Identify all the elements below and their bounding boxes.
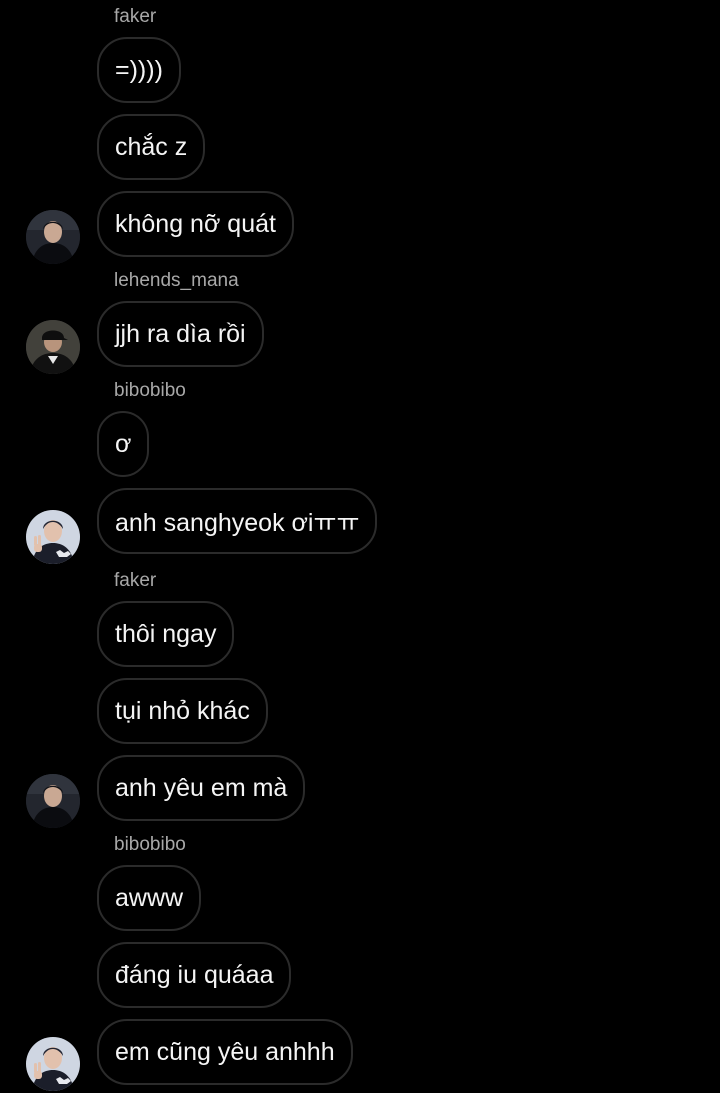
avatar-peace-sign-icon [26,510,80,564]
message-bubble[interactable]: awww [97,865,202,931]
avatar-dark-hoodie-icon [26,774,80,828]
avatar[interactable] [26,510,80,564]
avatar[interactable] [26,1037,80,1091]
message-bubble[interactable]: không nỡ quát [97,191,294,257]
sender-name: bibobibo [114,380,186,401]
avatar-peace-sign-icon [26,1037,80,1091]
message-bubble[interactable]: anh sanghyeok ơiㅠㅠ [97,488,378,554]
message-bubble[interactable]: =)))) [97,37,181,103]
message-bubble[interactable]: thôi ngay [97,601,235,667]
avatar-dark-hoodie-icon [26,210,80,264]
avatar-cap-man-icon [26,320,80,374]
message-bubble[interactable]: ơ [97,411,150,477]
avatar[interactable] [26,774,80,828]
message-bubble[interactable]: anh yêu em mà [97,755,306,821]
message-bubble[interactable]: em cũng yêu anhhh [97,1019,353,1085]
message-bubble[interactable]: jjh ra dìa rồi [97,301,264,367]
sender-name: faker [114,570,157,591]
message-bubble[interactable]: chắc z [97,114,206,180]
avatar[interactable] [26,210,80,264]
sender-name: faker [114,6,157,27]
sender-name: lehends_mana [114,270,239,291]
avatar[interactable] [26,320,80,374]
message-bubble[interactable]: tụi nhỏ khác [97,678,268,744]
sender-name: bibobibo [114,834,186,855]
message-bubble[interactable]: đáng iu quáaa [97,942,292,1008]
